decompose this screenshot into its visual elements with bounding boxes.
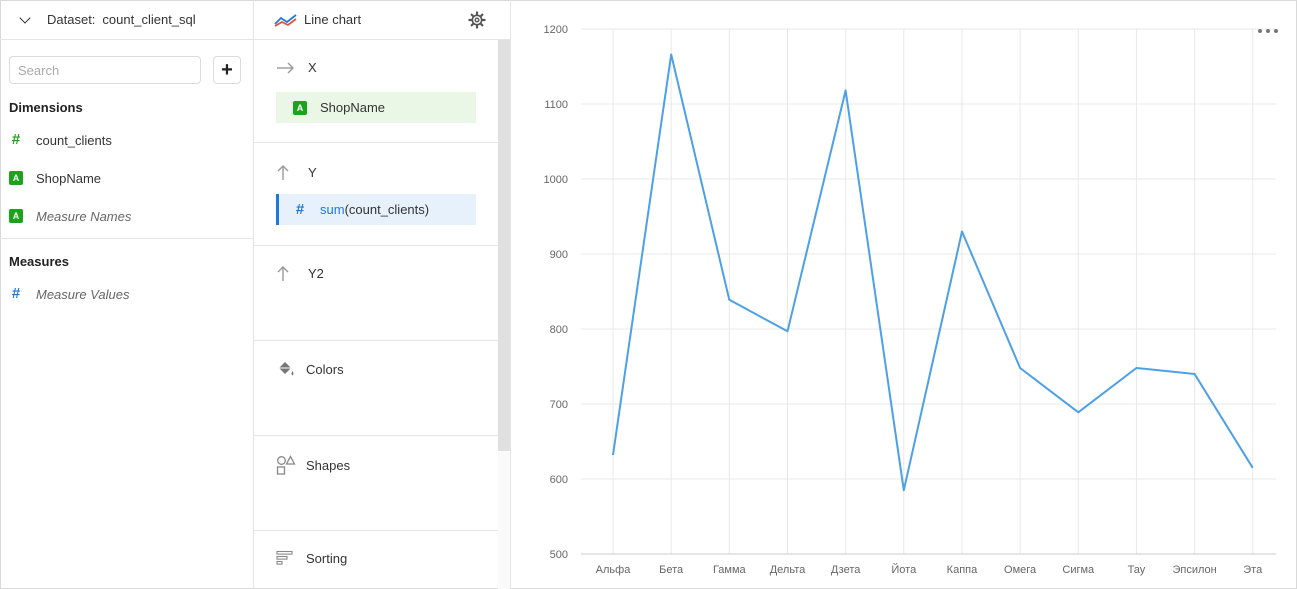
- measures-title: Measures: [9, 254, 69, 269]
- string-type-icon: A: [9, 209, 23, 223]
- arrow-right-icon: [277, 62, 294, 73]
- slot-x[interactable]: X A ShopName: [254, 40, 498, 143]
- slot-x-label: X: [308, 60, 317, 75]
- visualization-title: Line chart: [304, 12, 362, 27]
- x-tick-label: Каппа: [947, 564, 978, 576]
- data-point[interactable]: [901, 487, 907, 493]
- field-item[interactable]: # count_clients: [9, 130, 112, 150]
- data-point[interactable]: [1192, 371, 1198, 377]
- data-point[interactable]: [959, 229, 965, 235]
- string-type-icon: A: [9, 171, 23, 185]
- slot-colors[interactable]: Colors: [254, 341, 498, 436]
- y-tick-label: 1000: [544, 174, 568, 186]
- slot-y-label: Y: [308, 164, 317, 180]
- aggregation-function: sum: [320, 202, 345, 217]
- chart-area: 500 600 700 800 900 1000 1100 1200 Альфа Бета Гамм…: [511, 0, 1297, 589]
- wizard-panel: Line chart X A ShopName Y # sum(count_cl…: [254, 0, 511, 589]
- slot-y-header: Y: [276, 163, 317, 181]
- dataset-name[interactable]: count_client_sql: [102, 12, 195, 27]
- slot-shapes[interactable]: Shapes: [254, 436, 498, 531]
- slot-sorting[interactable]: Sorting: [254, 531, 498, 589]
- y-tick-label: 800: [550, 324, 568, 336]
- string-type-icon: A: [293, 100, 307, 115]
- measure-chip-count-clients[interactable]: # sum(count_clients): [276, 194, 476, 225]
- y-tick-label: 500: [550, 549, 568, 561]
- scrollbar-thumb[interactable]: [498, 40, 510, 451]
- series-line: [612, 53, 1254, 492]
- slot-x-header: X: [276, 60, 317, 75]
- placeholder-chip-shopname[interactable]: A ShopName: [276, 92, 476, 123]
- x-tick-label: Дзета: [831, 564, 861, 576]
- x-tick-label: Омега: [1004, 564, 1037, 576]
- data-point[interactable]: [610, 452, 616, 458]
- x-tick-label: Альфа: [596, 564, 632, 576]
- field-label: Measure Values: [36, 286, 130, 302]
- y-tick-label: 1100: [544, 99, 568, 111]
- slot-shapes-label: Shapes: [306, 457, 351, 473]
- y-tick-label: 600: [550, 474, 568, 486]
- slot-sorting-header: Sorting: [276, 550, 347, 566]
- field-item[interactable]: A Measure Names: [9, 206, 131, 226]
- visualization-header[interactable]: Line chart: [254, 0, 510, 40]
- dataset-label: Dataset:: [47, 12, 96, 27]
- shapes-icon: [276, 455, 296, 475]
- y-tick-label: 700: [550, 399, 568, 411]
- data-point[interactable]: [1133, 365, 1139, 371]
- x-tick-label: Йота: [891, 563, 917, 576]
- dimensions-title: Dimensions: [9, 100, 83, 115]
- data-point[interactable]: [1075, 409, 1081, 415]
- dataset-panel: Dataset: count_client_sql + Dimensions #…: [0, 0, 254, 589]
- add-field-button[interactable]: +: [213, 56, 241, 84]
- slot-colors-header: Colors: [276, 360, 344, 378]
- number-type-icon: #: [295, 200, 305, 218]
- arrow-up-icon: [277, 266, 289, 281]
- slot-y[interactable]: Y # sum(count_clients): [254, 143, 498, 246]
- slot-sorting-label: Sorting: [306, 550, 348, 566]
- number-type-icon: #: [11, 131, 21, 148]
- search-input[interactable]: [9, 56, 201, 84]
- x-tick-label: Дельта: [770, 564, 806, 576]
- line-chart[interactable]: 500 600 700 800 900 1000 1100 1200 Альфа Бета Гамм…: [511, 0, 1297, 589]
- chip-label: ShopName: [320, 100, 386, 115]
- field-item[interactable]: # Measure Values: [9, 284, 130, 304]
- slot-y2-header: Y2: [276, 264, 324, 282]
- gear-icon[interactable]: [468, 11, 486, 29]
- more-options-icon[interactable]: [1258, 26, 1278, 36]
- x-tick-label: Эта: [1243, 564, 1263, 576]
- data-point[interactable]: [1250, 465, 1256, 471]
- paint-bucket-icon: [279, 362, 294, 376]
- field-label: Measure Names: [36, 208, 132, 224]
- y-tick-label: 900: [550, 249, 568, 261]
- chip-label: sum(count_clients): [320, 202, 429, 217]
- field-label: count_clients: [36, 132, 112, 148]
- slot-y2-label: Y2: [308, 265, 324, 281]
- slot-shapes-header: Shapes: [276, 455, 350, 475]
- field-label: ShopName: [36, 170, 102, 186]
- field-item[interactable]: A ShopName: [9, 168, 101, 188]
- dataset-header[interactable]: Dataset: count_client_sql: [0, 0, 253, 40]
- section-divider: [0, 238, 253, 239]
- data-point[interactable]: [784, 328, 790, 334]
- slot-colors-label: Colors: [306, 361, 344, 377]
- line-chart-icon: [274, 13, 297, 27]
- data-point[interactable]: [1017, 365, 1023, 371]
- x-tick-label: Гамма: [713, 564, 747, 576]
- arrow-up-icon: [277, 165, 289, 180]
- y-tick-label: 1200: [544, 24, 568, 36]
- x-tick-label: Тау: [1128, 564, 1146, 576]
- data-point[interactable]: [726, 297, 732, 303]
- search-row: +: [9, 56, 241, 84]
- x-tick-label: Бета: [659, 564, 684, 576]
- sort-icon: [276, 550, 293, 565]
- slot-y2[interactable]: Y2: [254, 246, 498, 341]
- data-point[interactable]: [843, 88, 849, 94]
- x-tick-label: Эпсилон: [1172, 564, 1216, 576]
- data-point[interactable]: [668, 52, 674, 58]
- number-type-icon: #: [11, 285, 21, 302]
- aggregation-argument: (count_clients): [344, 202, 430, 217]
- chevron-down-icon[interactable]: [19, 13, 33, 27]
- x-tick-label: Сигма: [1062, 564, 1095, 576]
